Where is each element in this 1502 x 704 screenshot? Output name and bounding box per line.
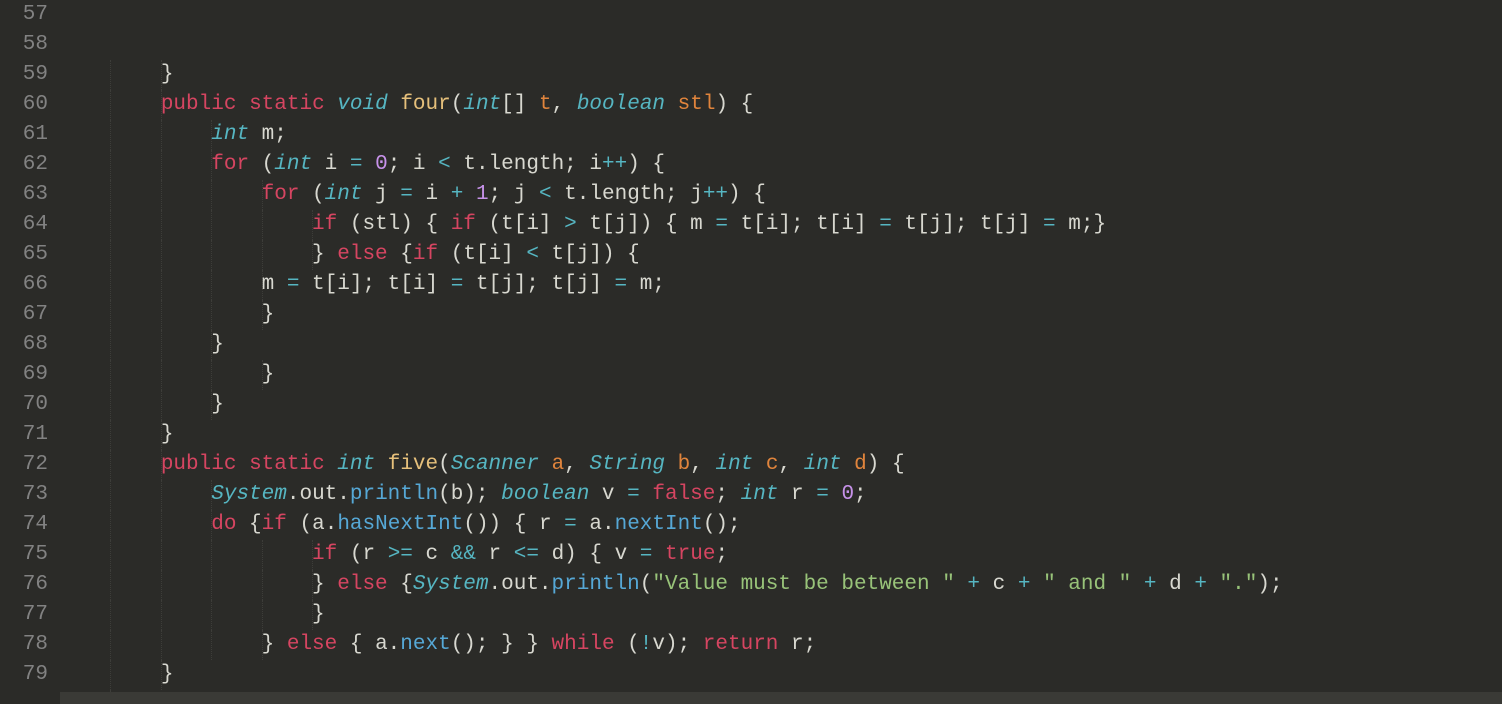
line-number: 79 bbox=[0, 660, 48, 690]
code-line[interactable]: m = t[i]; t[i] = t[j]; t[j] = m; bbox=[60, 270, 1502, 300]
line-number: 74 bbox=[0, 510, 48, 540]
line-number: 73 bbox=[0, 480, 48, 510]
code-line[interactable]: } bbox=[60, 660, 1502, 690]
line-number: 71 bbox=[0, 420, 48, 450]
line-number: 63 bbox=[0, 180, 48, 210]
code-line[interactable]: } else { a.next(); } } while (!v); retur… bbox=[60, 630, 1502, 660]
line-number: 78 bbox=[0, 630, 48, 660]
line-number: 62 bbox=[0, 150, 48, 180]
line-number: 67 bbox=[0, 300, 48, 330]
code-line[interactable]: public static int five(Scanner a, String… bbox=[60, 450, 1502, 480]
code-line[interactable]: } bbox=[60, 420, 1502, 450]
code-line[interactable]: for (int i = 0; i < t.length; i++) { bbox=[60, 150, 1502, 180]
code-line[interactable]: do {if (a.hasNextInt()) { r = a.nextInt(… bbox=[60, 510, 1502, 540]
line-number: 59 bbox=[0, 60, 48, 90]
code-line[interactable]: } bbox=[60, 600, 1502, 630]
code-line[interactable]: System.out.println(b); boolean v = false… bbox=[60, 480, 1502, 510]
code-area[interactable]: } public static void four(int[] t, boole… bbox=[60, 0, 1502, 704]
code-line[interactable]: } bbox=[60, 330, 1502, 360]
code-line[interactable]: for (int j = i + 1; j < t.length; j++) { bbox=[60, 180, 1502, 210]
line-number: 64 bbox=[0, 210, 48, 240]
code-line[interactable]: public static void four(int[] t, boolean… bbox=[60, 90, 1502, 120]
line-number: 61 bbox=[0, 120, 48, 150]
line-number: 58 bbox=[0, 30, 48, 60]
line-number: 70 bbox=[0, 390, 48, 420]
line-number: 76 bbox=[0, 570, 48, 600]
line-number-gutter: 5758596061626364656667686970717273747576… bbox=[0, 0, 60, 704]
code-line[interactable]: } bbox=[60, 300, 1502, 330]
line-number: 72 bbox=[0, 450, 48, 480]
line-number: 68 bbox=[0, 330, 48, 360]
code-line[interactable]: } bbox=[60, 360, 1502, 390]
code-line[interactable]: } else {if (t[i] < t[j]) { bbox=[60, 240, 1502, 270]
code-line[interactable]: } bbox=[60, 390, 1502, 420]
line-number: 66 bbox=[0, 270, 48, 300]
line-number: 65 bbox=[0, 240, 48, 270]
code-line[interactable]: if (stl) { if (t[i] > t[j]) { m = t[i]; … bbox=[60, 210, 1502, 240]
line-number: 77 bbox=[0, 600, 48, 630]
horizontal-scrollbar[interactable] bbox=[60, 692, 1502, 704]
code-line[interactable]: int m; bbox=[60, 120, 1502, 150]
code-line[interactable]: if (r >= c && r <= d) { v = true; bbox=[60, 540, 1502, 570]
line-number: 69 bbox=[0, 360, 48, 390]
line-number: 60 bbox=[0, 90, 48, 120]
line-number: 75 bbox=[0, 540, 48, 570]
code-line[interactable]: } else {System.out.println("Value must b… bbox=[60, 570, 1502, 600]
code-line[interactable]: } bbox=[60, 60, 1502, 90]
code-editor[interactable]: 5758596061626364656667686970717273747576… bbox=[0, 0, 1502, 704]
line-number: 57 bbox=[0, 0, 48, 30]
